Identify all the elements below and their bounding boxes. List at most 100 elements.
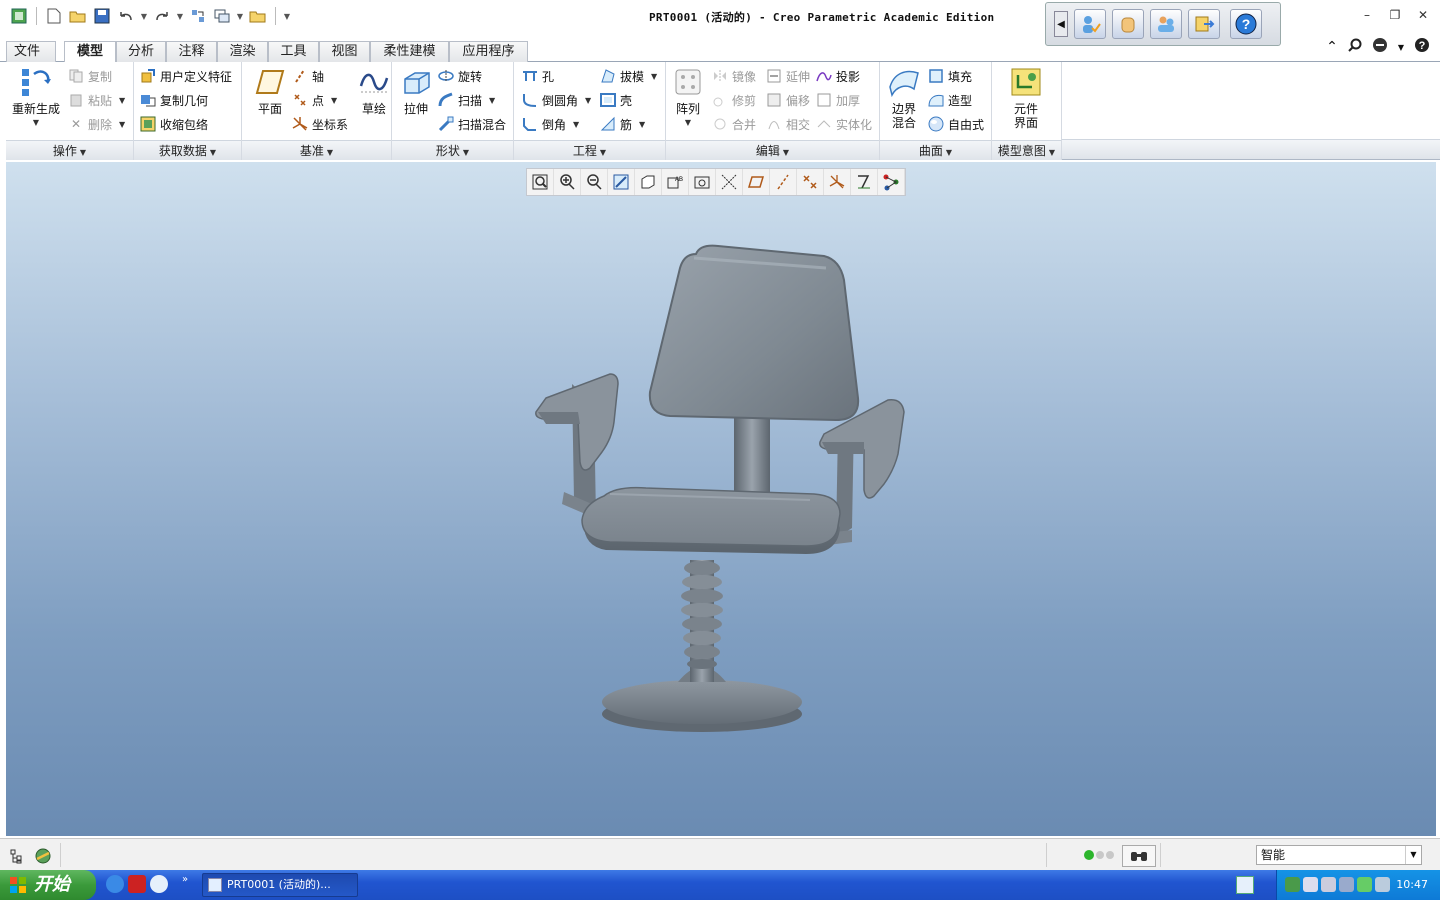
- taskbar-item-creo[interactable]: PRT0001 (活动的)...: [202, 873, 358, 897]
- open-folder-icon[interactable]: [67, 6, 89, 26]
- group-label-get-data[interactable]: 获取数据 ▼: [134, 140, 241, 160]
- swept-blend-button[interactable]: 扫描混合: [438, 114, 506, 134]
- community-icon[interactable]: [1372, 37, 1388, 57]
- refit-icon[interactable]: [527, 169, 554, 195]
- ie-icon[interactable]: [106, 875, 124, 893]
- customize-qat-icon[interactable]: ▼: [282, 12, 292, 21]
- regenerate-button[interactable]: 重新生成 ▼: [8, 66, 64, 130]
- tab-flexible-modeling[interactable]: 柔性建模: [370, 41, 449, 62]
- close-icon[interactable]: ✕: [1416, 8, 1430, 22]
- tab-tools[interactable]: 工具: [268, 41, 319, 62]
- redo-dropdown-icon[interactable]: ▼: [175, 12, 185, 21]
- hand-icon[interactable]: [1112, 9, 1144, 39]
- start-button[interactable]: 开始: [0, 870, 96, 900]
- delete-button[interactable]: ✕ 删除 ▼: [68, 114, 125, 134]
- copy-geometry-button[interactable]: 复制几何: [140, 90, 208, 110]
- udf-button[interactable]: 用户定义特征: [140, 66, 232, 86]
- arrow-left-icon[interactable]: ◀: [1054, 11, 1068, 37]
- draft-button[interactable]: 拔模 ▼: [600, 66, 657, 86]
- group-label-engineering[interactable]: 工程 ▼: [514, 140, 665, 160]
- tray-shield-icon[interactable]: [1303, 877, 1318, 892]
- search-icon[interactable]: [1348, 38, 1362, 56]
- find-icon[interactable]: [1122, 845, 1156, 867]
- axis-button[interactable]: 轴: [292, 66, 324, 86]
- rib-button[interactable]: 筋 ▼: [600, 114, 645, 134]
- offset-button[interactable]: 偏移: [766, 90, 810, 110]
- tab-applications[interactable]: 应用程序: [449, 41, 528, 62]
- tab-render[interactable]: 渲染: [217, 41, 268, 62]
- creo-quick-icon[interactable]: [150, 875, 168, 893]
- copy-button[interactable]: 复制: [68, 66, 112, 86]
- revolve-button[interactable]: 旋转: [438, 66, 482, 86]
- restore-icon[interactable]: ❐: [1388, 8, 1402, 22]
- person-check-icon[interactable]: [1074, 9, 1106, 39]
- sweep-button[interactable]: 扫描 ▼: [438, 90, 495, 110]
- zoom-out-icon[interactable]: [581, 169, 608, 195]
- tab-file[interactable]: 文件▼: [6, 41, 56, 77]
- windows-dropdown-icon[interactable]: ▼: [235, 12, 245, 21]
- chevron-down-icon[interactable]: ▼: [1405, 846, 1421, 864]
- new-file-icon[interactable]: [43, 6, 65, 26]
- pattern-button[interactable]: 阵列 ▼: [660, 66, 716, 130]
- undo-dropdown-icon[interactable]: ▼: [139, 12, 149, 21]
- undo-icon[interactable]: [115, 6, 137, 26]
- close-window-icon[interactable]: [247, 6, 269, 26]
- group-label-model-intent[interactable]: 模型意图 ▼: [992, 140, 1061, 160]
- export-icon[interactable]: [1188, 9, 1220, 39]
- view-manager-icon[interactable]: [689, 169, 716, 195]
- help-small-icon[interactable]: ?: [1414, 37, 1430, 57]
- tray-security-icon[interactable]: [1321, 877, 1336, 892]
- group-label-datum[interactable]: 基准 ▼: [242, 140, 391, 160]
- tray-update-icon[interactable]: [1339, 877, 1354, 892]
- collapse-ribbon-icon[interactable]: ⌃: [1326, 39, 1338, 55]
- intersect-button[interactable]: 相交: [766, 114, 810, 134]
- redo-icon[interactable]: [151, 6, 173, 26]
- extend-button[interactable]: 延伸: [766, 66, 810, 86]
- regenerate-small-icon[interactable]: [187, 6, 209, 26]
- mirror-button[interactable]: 镜像: [712, 66, 756, 86]
- solidify-button[interactable]: 实体化: [816, 114, 872, 134]
- merge-button[interactable]: 合并: [712, 114, 756, 134]
- browser-toggle-icon[interactable]: [32, 845, 54, 867]
- people-icon[interactable]: [1150, 9, 1182, 39]
- plane-button[interactable]: 平面: [242, 66, 298, 116]
- tray-usb-icon[interactable]: [1375, 877, 1390, 892]
- selection-filter-select[interactable]: 智能 ▼: [1256, 845, 1422, 865]
- windows-icon[interactable]: [211, 6, 233, 26]
- graphics-viewport[interactable]: [6, 162, 1436, 836]
- save-icon[interactable]: [91, 6, 113, 26]
- perspective-icon[interactable]: [716, 169, 743, 195]
- datum-planes-display-icon[interactable]: [743, 169, 770, 195]
- csys-button[interactable]: 坐标系: [292, 114, 348, 134]
- fill-button[interactable]: 填充: [928, 66, 972, 86]
- style-button[interactable]: 造型: [928, 90, 972, 110]
- shell-button[interactable]: 壳: [600, 90, 632, 110]
- group-label-surfaces[interactable]: 曲面 ▼: [880, 140, 991, 160]
- project-button[interactable]: 投影: [816, 66, 860, 86]
- group-label-shapes[interactable]: 形状 ▼: [392, 140, 513, 160]
- csys-display-icon[interactable]: [824, 169, 851, 195]
- extrude-button[interactable]: 拉伸: [388, 66, 444, 116]
- chair-model[interactable]: [6, 162, 1436, 836]
- solidworks-icon[interactable]: [128, 875, 146, 893]
- minimize-icon[interactable]: –: [1360, 8, 1374, 22]
- chamfer-button[interactable]: 倒角 ▼: [522, 114, 579, 134]
- display-style-icon[interactable]: [635, 169, 662, 195]
- tab-model[interactable]: 模型: [64, 41, 116, 63]
- app-icon[interactable]: [8, 6, 30, 26]
- help-icon[interactable]: ?: [1230, 9, 1262, 39]
- boundary-blend-button[interactable]: 边界混合: [876, 66, 932, 130]
- tray-app-icon[interactable]: [1357, 877, 1372, 892]
- spin-center-icon[interactable]: [878, 169, 905, 195]
- tab-view[interactable]: 视图: [319, 41, 370, 62]
- zoom-in-icon[interactable]: [554, 169, 581, 195]
- trim-button[interactable]: 修剪: [712, 90, 756, 110]
- hole-button[interactable]: 孔: [522, 66, 554, 86]
- language-bar-icon[interactable]: [1236, 876, 1254, 894]
- group-label-operations[interactable]: 操作 ▼: [6, 140, 133, 160]
- group-label-editing[interactable]: 编辑 ▼: [666, 140, 879, 160]
- thicken-button[interactable]: 加厚: [816, 90, 860, 110]
- tab-annotate[interactable]: 注释: [166, 41, 217, 62]
- shrinkwrap-button[interactable]: 收缩包络: [140, 114, 208, 134]
- model-tree-toggle-icon[interactable]: [6, 845, 28, 867]
